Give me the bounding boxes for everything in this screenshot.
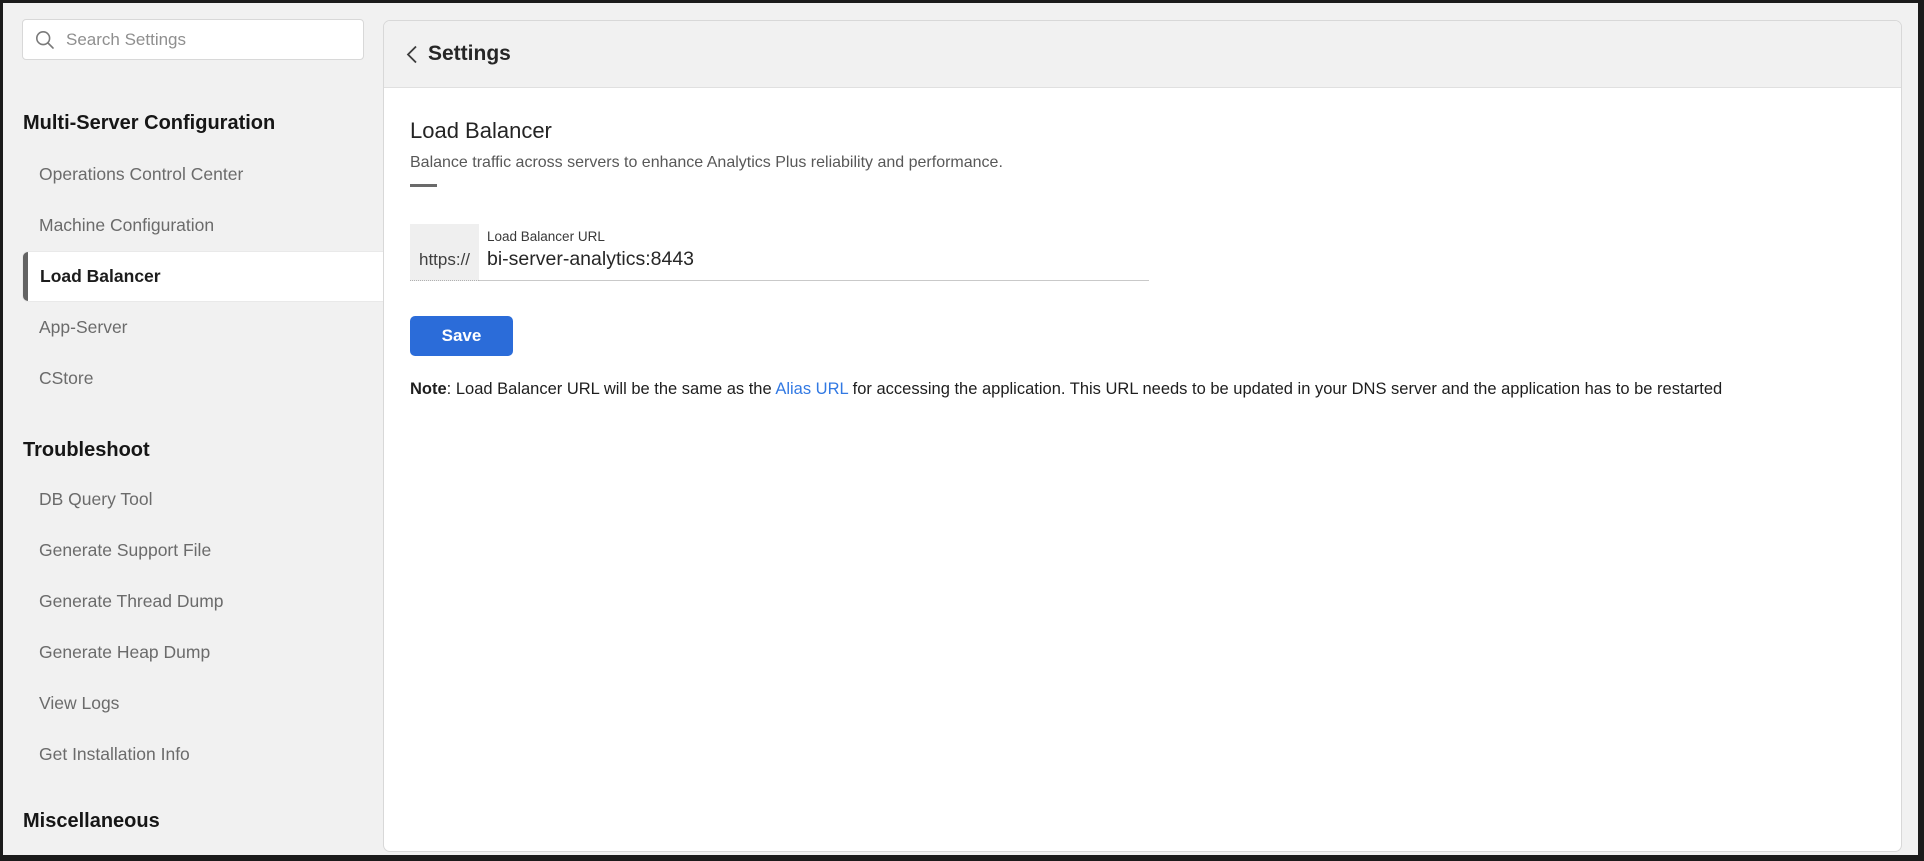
panel-body: Load Balancer Balance traffic across ser… xyxy=(384,88,1901,400)
main-panel: Settings Load Balancer Balance traffic a… xyxy=(383,20,1902,852)
save-button[interactable]: Save xyxy=(410,316,513,356)
nav-group-troubleshoot: DB Query Tool Generate Support File Gene… xyxy=(3,474,383,780)
sidebar-item-get-installation-info[interactable]: Get Installation Info xyxy=(3,729,383,780)
nav-group-multi-server: Operations Control Center Machine Config… xyxy=(3,149,383,404)
sidebar-item-db-query-tool[interactable]: DB Query Tool xyxy=(3,474,383,525)
note-before-link: : Load Balancer URL will be the same as … xyxy=(447,380,776,398)
sidebar-item-load-balancer[interactable]: Load Balancer xyxy=(22,251,383,302)
load-balancer-url-input[interactable] xyxy=(487,248,1149,271)
note-prefix: Note xyxy=(410,380,447,398)
load-balancer-url-form: https:// Load Balancer URL xyxy=(410,224,1149,281)
sidebar-item-generate-support-file[interactable]: Generate Support File xyxy=(3,525,383,576)
sidebar-item-generate-heap-dump[interactable]: Generate Heap Dump xyxy=(3,627,383,678)
chevron-left-icon xyxy=(406,45,418,64)
sidebar-item-view-logs[interactable]: View Logs xyxy=(3,678,383,729)
app-window: Multi-Server Configuration Operations Co… xyxy=(0,0,1924,861)
sidebar-item-operations-control-center[interactable]: Operations Control Center xyxy=(3,149,383,200)
back-to-settings[interactable]: Settings xyxy=(406,42,511,66)
settings-sidebar: Multi-Server Configuration Operations Co… xyxy=(3,3,383,855)
section-title-miscellaneous: Miscellaneous xyxy=(23,808,383,835)
section-title-troubleshoot: Troubleshoot xyxy=(23,437,383,464)
sidebar-item-app-server[interactable]: App-Server xyxy=(3,302,383,353)
search-icon xyxy=(35,30,55,50)
protocol-prefix: https:// xyxy=(410,224,479,281)
sidebar-item-cstore[interactable]: CStore xyxy=(3,353,383,404)
page-title: Load Balancer xyxy=(410,118,1871,144)
note-after-link: for accessing the application. This URL … xyxy=(848,380,1722,398)
note-text: Note: Load Balancer URL will be the same… xyxy=(410,378,1871,400)
search-settings-box[interactable] xyxy=(22,19,364,60)
sidebar-item-generate-thread-dump[interactable]: Generate Thread Dump xyxy=(3,576,383,627)
search-settings-input[interactable] xyxy=(66,30,351,50)
sidebar-item-machine-configuration[interactable]: Machine Configuration xyxy=(3,200,383,251)
load-balancer-url-field[interactable]: Load Balancer URL xyxy=(479,224,1149,281)
page-subtitle: Balance traffic across servers to enhanc… xyxy=(410,153,1871,173)
load-balancer-url-label: Load Balancer URL xyxy=(487,229,1149,244)
title-divider xyxy=(410,184,437,187)
panel-header: Settings xyxy=(384,21,1901,88)
back-label: Settings xyxy=(428,42,511,66)
alias-url-link[interactable]: Alias URL xyxy=(775,380,848,398)
section-title-multi-server-configuration: Multi-Server Configuration xyxy=(23,110,383,137)
